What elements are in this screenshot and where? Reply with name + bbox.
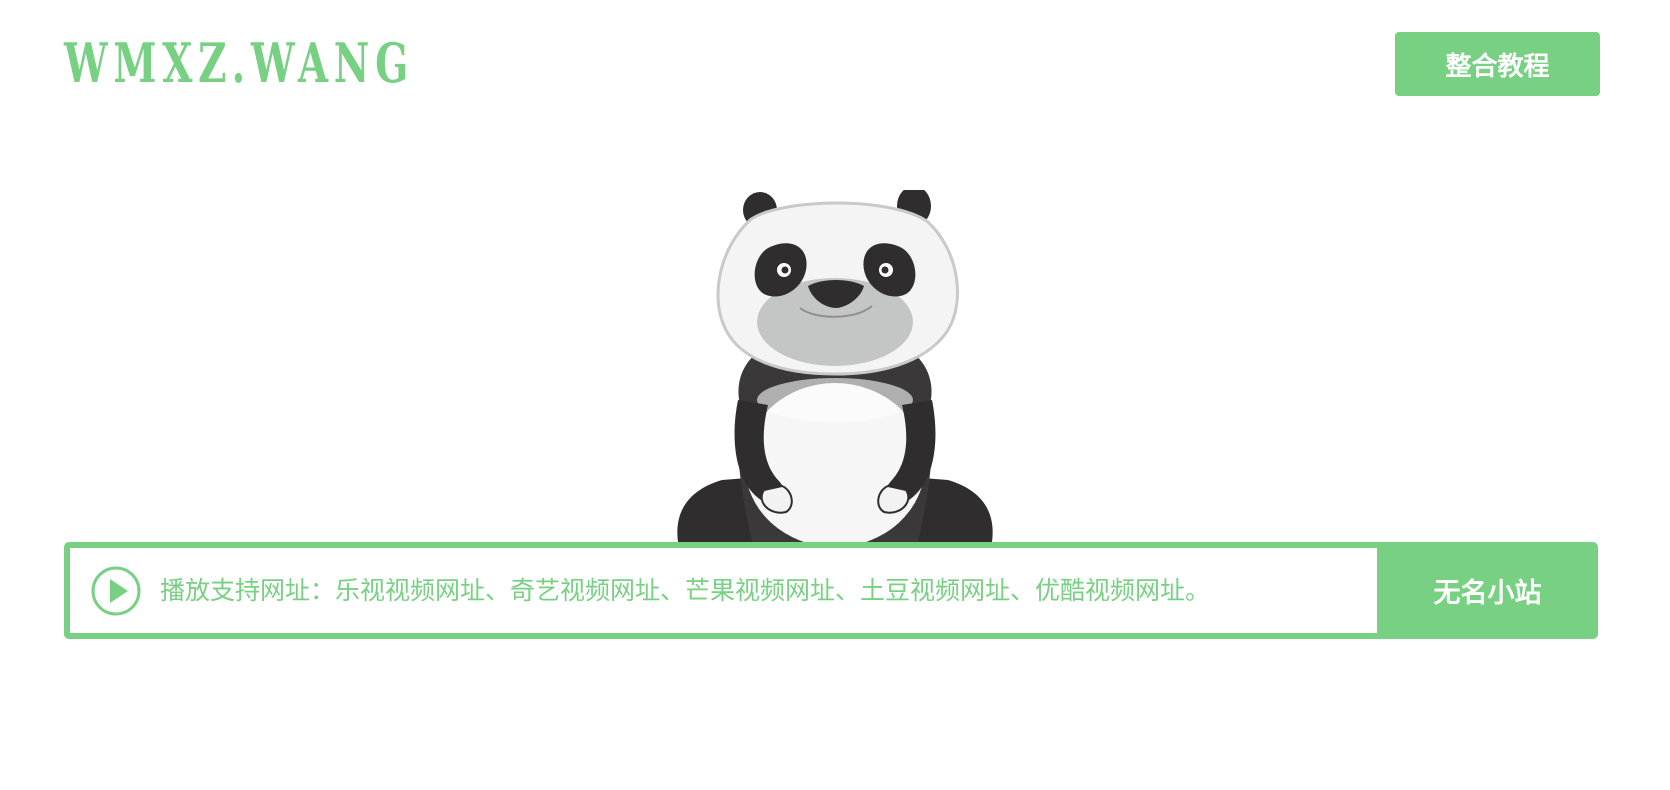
- panda-illustration: [660, 190, 1010, 542]
- play-submit-button[interactable]: 无名小站: [1377, 542, 1598, 639]
- site-logo[interactable]: WMXZ.WANG: [64, 26, 414, 100]
- play-circle-icon: [91, 566, 141, 615]
- tutorial-button[interactable]: 整合教程: [1395, 32, 1600, 96]
- video-url-input[interactable]: [160, 560, 1377, 621]
- url-field-container: [70, 548, 1377, 633]
- page: WMXZ.WANG 整合教程 播放支持网址：乐视视频网址、奇艺视频网址、芒果视频…: [0, 0, 1670, 790]
- play-url-bar: 无名小站: [64, 542, 1598, 639]
